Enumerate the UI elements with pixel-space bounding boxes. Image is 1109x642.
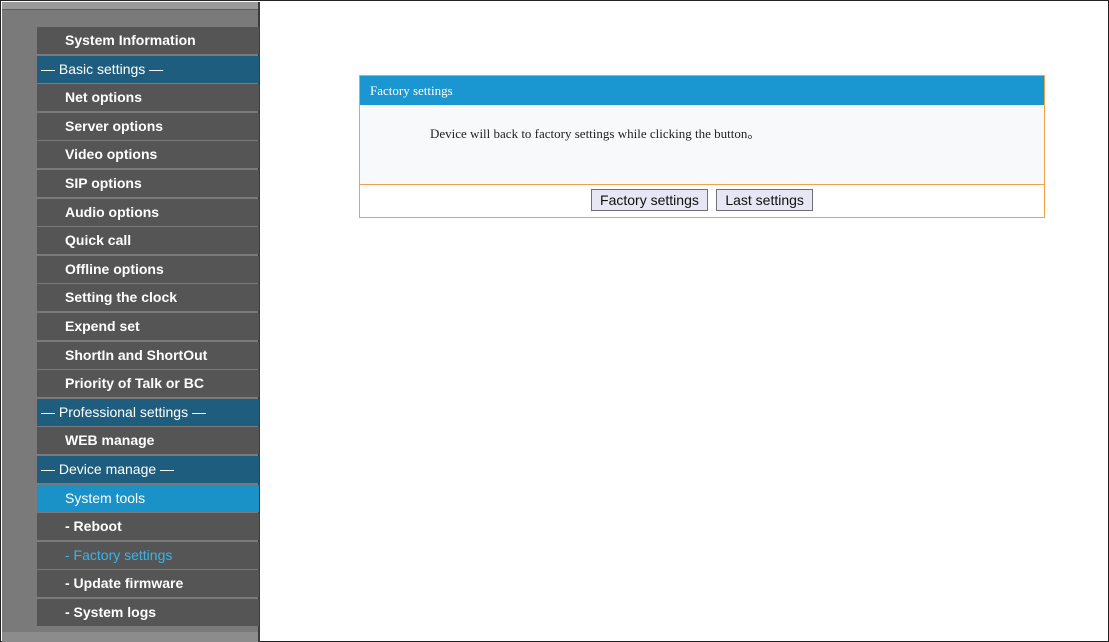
sidebar-item-setting-the-clock[interactable]: Setting the clock <box>37 284 259 312</box>
last-settings-button[interactable]: Last settings <box>716 189 813 211</box>
sidebar-item-web-manage[interactable]: WEB manage <box>37 427 259 455</box>
factory-settings-panel: Factory settings Device will back to fac… <box>359 75 1045 218</box>
sidebar-item-offline-options[interactable]: Offline options <box>37 255 259 283</box>
sidebar-item-quick-call[interactable]: Quick call <box>37 227 259 255</box>
sidebar-item-expend-set[interactable]: Expend set <box>37 312 259 340</box>
sidebar-group-device-manage: — Device manage — <box>37 455 259 483</box>
factory-reset-message: Device will back to factory settings whi… <box>430 126 761 141</box>
sidebar-item-priority-talk-bc[interactable]: Priority of Talk or BC <box>37 370 259 398</box>
sidebar-item-server-options[interactable]: Server options <box>37 112 259 140</box>
sidebar: System Information — Basic settings — Ne… <box>2 2 260 642</box>
sidebar-group-professional-settings: — Professional settings — <box>37 398 259 426</box>
sidebar-item-shortin-shortout[interactable]: ShortIn and ShortOut <box>37 341 259 369</box>
panel-footer: Factory settings Last settings <box>360 185 1044 217</box>
sidebar-item-audio-options[interactable]: Audio options <box>37 198 259 226</box>
sidebar-subitem-reboot[interactable]: - Reboot <box>37 513 259 541</box>
sidebar-bottom-strip <box>2 632 258 642</box>
window-frame: System Information — Basic settings — Ne… <box>0 0 1109 642</box>
factory-settings-button[interactable]: Factory settings <box>591 189 708 211</box>
sidebar-item-system-tools[interactable]: System tools <box>37 484 259 512</box>
panel-body: Device will back to factory settings whi… <box>360 105 1044 185</box>
panel-title: Factory settings <box>360 76 1044 105</box>
sidebar-item-video-options[interactable]: Video options <box>37 141 259 169</box>
sidebar-group-basic-settings: — Basic settings — <box>37 55 259 83</box>
sidebar-subitem-factory-settings[interactable]: - Factory settings <box>37 541 259 569</box>
sidebar-top-strip <box>2 2 258 10</box>
sidebar-subitem-update-firmware[interactable]: - Update firmware <box>37 570 259 598</box>
sidebar-subitem-system-logs[interactable]: - System logs <box>37 598 259 626</box>
sidebar-item-system-information[interactable]: System Information <box>37 27 259 54</box>
sidebar-item-sip-options[interactable]: SIP options <box>37 169 259 197</box>
sidebar-menu: System Information — Basic settings — Ne… <box>37 27 259 627</box>
sidebar-item-net-options[interactable]: Net options <box>37 84 259 112</box>
